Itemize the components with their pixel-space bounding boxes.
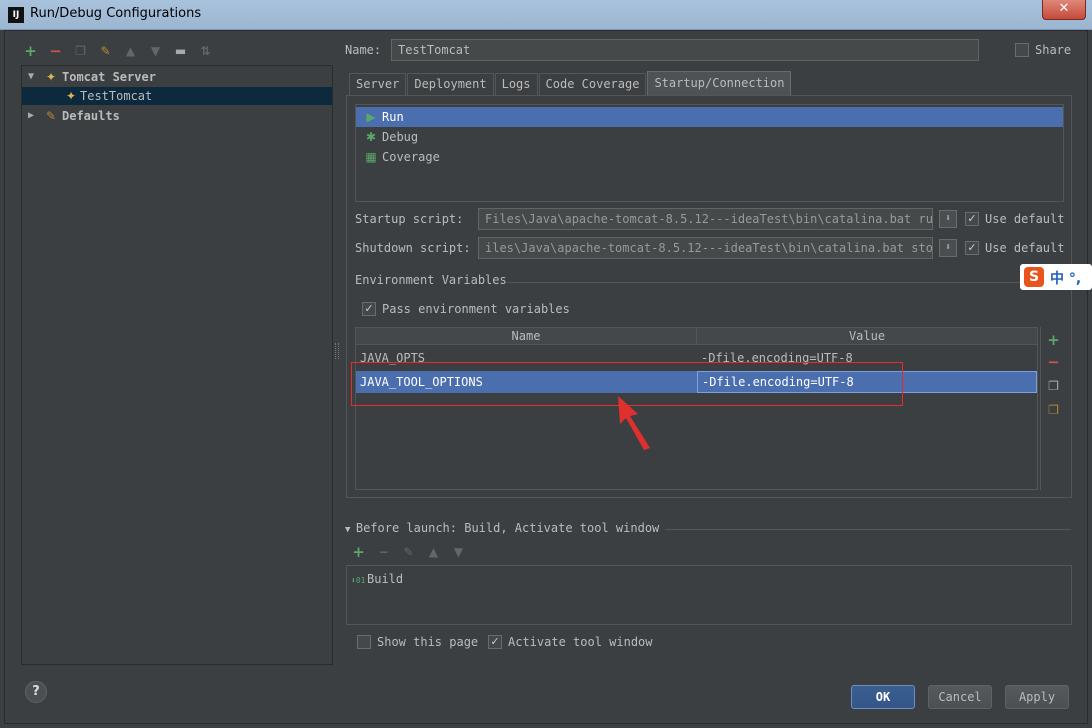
- tomcat-icon: ✦: [45, 70, 57, 84]
- folder-icon[interactable]: ▬: [173, 44, 188, 59]
- cancel-button[interactable]: Cancel: [928, 685, 992, 709]
- remove-icon[interactable]: −: [376, 545, 391, 560]
- share-label: Share: [1035, 43, 1072, 57]
- ok-button[interactable]: OK: [851, 685, 915, 709]
- help-button[interactable]: ?: [25, 681, 47, 703]
- intellij-icon: IJ: [8, 7, 24, 23]
- tab-deployment[interactable]: Deployment: [407, 73, 494, 95]
- mode-list: ▶ Run ✱ Debug ▦ Coverage: [355, 104, 1064, 202]
- ime-toolbar[interactable]: S 中 °,: [1020, 264, 1092, 290]
- tab-startup-connection[interactable]: Startup/Connection: [647, 71, 792, 95]
- before-launch-list: ⬇01 Build: [346, 565, 1072, 625]
- tomcat-icon: ✦: [65, 89, 77, 103]
- expand-arrow-icon[interactable]: ▼: [26, 68, 36, 86]
- column-header-name[interactable]: Name: [356, 328, 697, 345]
- add-icon[interactable]: +: [1046, 333, 1061, 348]
- share-checkbox[interactable]: [1015, 43, 1029, 57]
- add-icon[interactable]: +: [23, 43, 38, 59]
- tree-item-label: Defaults: [62, 109, 120, 123]
- startup-script-label: Startup script:: [355, 212, 464, 226]
- env-table-toolbar: + − ❐ ❐: [1040, 327, 1064, 490]
- show-page-checkbox[interactable]: [357, 635, 371, 649]
- tab-logs[interactable]: Logs: [494, 73, 538, 95]
- remove-icon[interactable]: −: [1046, 355, 1061, 370]
- add-icon[interactable]: +: [351, 545, 366, 560]
- startup-connection-panel: ▶ Run ✱ Debug ▦ Coverage Startup script:…: [346, 95, 1072, 498]
- shutdown-use-default-checkbox[interactable]: ✓: [965, 241, 979, 255]
- column-header-value[interactable]: Value: [697, 328, 1037, 345]
- env-vars-table: Name Value JAVA_OPTS -Dfile.encoding=UTF…: [355, 327, 1038, 490]
- config-toolbar: + − ❐ ✎ ▲ ▼ ▬ ⇅: [23, 41, 213, 61]
- name-field[interactable]: TestTomcat: [391, 39, 979, 61]
- ime-mode-label: 中 °,: [1050, 271, 1082, 287]
- mode-label: Run: [382, 110, 404, 124]
- tree-item-tomcat-server[interactable]: ▼ ✦ Tomcat Server: [22, 68, 332, 86]
- defaults-icon: ✎: [45, 109, 57, 123]
- collapse-arrow-icon: ▼: [345, 525, 356, 535]
- activate-tool-window-label: Activate tool window: [508, 635, 653, 649]
- mode-label: Debug: [382, 130, 419, 144]
- before-launch-label: Before launch: Build, Activate tool wind…: [355, 521, 660, 535]
- splitter-handle[interactable]: [335, 343, 339, 359]
- mode-item-run[interactable]: ▶ Run: [356, 107, 1063, 127]
- tree-item-label: Tomcat Server: [62, 70, 156, 84]
- mode-label: Coverage: [382, 150, 440, 164]
- remove-icon[interactable]: −: [48, 43, 63, 59]
- build-icon: ⬇01: [351, 576, 366, 585]
- use-default-label: Use default: [985, 212, 1065, 226]
- close-window-button[interactable]: ✕: [1042, 0, 1086, 20]
- tree-item-testtomcat[interactable]: ✦ TestTomcat: [22, 87, 332, 105]
- show-page-label: Show this page: [377, 635, 479, 649]
- copy-icon[interactable]: ❐: [1046, 379, 1061, 394]
- shutdown-script-field[interactable]: iles\Java\apache-tomcat-8.5.12---ideaTes…: [478, 237, 933, 259]
- pass-env-label: Pass environment variables: [382, 302, 570, 316]
- debug-icon: ✱: [365, 130, 377, 144]
- name-label: Name:: [345, 43, 382, 57]
- startup-script-field[interactable]: Files\Java\apache-tomcat-8.5.12---ideaTe…: [478, 208, 933, 230]
- sogou-ime-icon: S: [1024, 267, 1044, 287]
- window-title: Run/Debug Configurations: [30, 6, 202, 21]
- startup-use-default-checkbox[interactable]: ✓: [965, 212, 979, 226]
- env-vars-header: Environment Variables: [355, 273, 507, 287]
- edit-defaults-icon[interactable]: ✎: [98, 44, 113, 59]
- separator: [665, 529, 1071, 530]
- apply-button[interactable]: Apply: [1005, 685, 1069, 709]
- title-bar: IJ Run/Debug Configurations ✕: [0, 0, 1092, 30]
- activate-tool-window-checkbox[interactable]: ✓: [488, 635, 502, 649]
- config-tabs: Server Deployment Logs Code Coverage Sta…: [349, 71, 792, 95]
- move-up-icon[interactable]: ▲: [426, 545, 441, 560]
- move-down-icon[interactable]: ▼: [148, 44, 163, 59]
- paste-icon[interactable]: ❐: [1046, 403, 1061, 418]
- before-launch-header[interactable]: ▼ Before launch: Build, Activate tool wi…: [345, 521, 659, 535]
- table-header: Name Value: [356, 328, 1037, 345]
- browse-startup-icon[interactable]: ⬇: [939, 210, 957, 228]
- list-item[interactable]: ⬇01 Build: [351, 570, 403, 588]
- pass-env-checkbox[interactable]: ✓: [362, 302, 376, 316]
- tree-item-defaults[interactable]: ▶ ✎ Defaults: [22, 107, 332, 125]
- copy-icon[interactable]: ❐: [73, 44, 88, 59]
- edit-icon[interactable]: ✎: [401, 545, 416, 560]
- tree-item-label: TestTomcat: [80, 89, 153, 103]
- move-up-icon[interactable]: ▲: [123, 44, 138, 59]
- use-default-label: Use default: [985, 241, 1065, 255]
- config-tree: ▼ ✦ Tomcat Server ✦ TestTomcat ▶ ✎ Defau…: [21, 65, 333, 665]
- coverage-icon: ▦: [365, 150, 377, 164]
- mode-item-debug[interactable]: ✱ Debug: [356, 127, 1063, 147]
- separator: [507, 282, 1065, 283]
- move-down-icon[interactable]: ▼: [451, 545, 466, 560]
- collapse-arrow-icon[interactable]: ▶: [26, 107, 36, 125]
- browse-shutdown-icon[interactable]: ⬇: [939, 239, 957, 257]
- shutdown-script-label: Shutdown script:: [355, 241, 471, 255]
- tab-code-coverage[interactable]: Code Coverage: [538, 73, 647, 95]
- sort-icon[interactable]: ⇅: [198, 44, 213, 59]
- run-icon: ▶: [366, 110, 376, 124]
- tab-server[interactable]: Server: [349, 73, 407, 95]
- list-item-label: Build: [367, 572, 404, 586]
- mode-item-coverage[interactable]: ▦ Coverage: [356, 147, 1063, 167]
- annotation-arrow-icon: [618, 396, 650, 450]
- before-launch-toolbar: + − ✎ ▲ ▼: [351, 545, 466, 560]
